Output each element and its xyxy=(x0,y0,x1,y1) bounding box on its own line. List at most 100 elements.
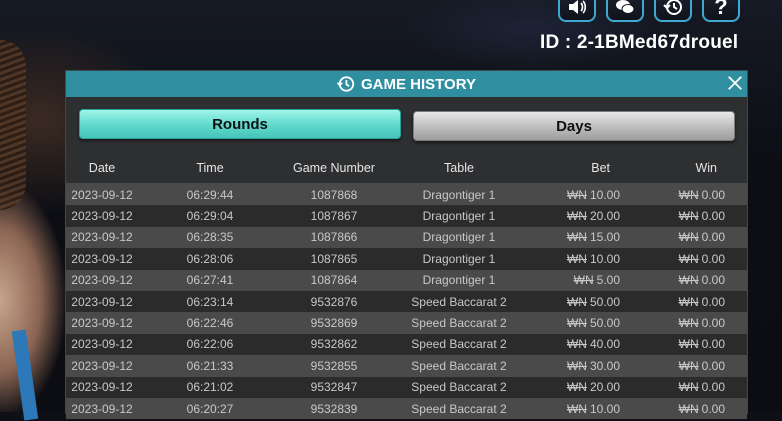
cell-table: Speed Baccarat 2 xyxy=(386,312,532,334)
cell-game-number: 9532839 xyxy=(282,397,386,420)
currency-symbol: ₩N xyxy=(678,337,699,352)
currency-symbol: ₩N xyxy=(566,251,587,266)
chat-button[interactable] xyxy=(606,0,644,22)
bet-amount: 10.00 xyxy=(589,187,620,202)
cell-table: Dragontiger 1 xyxy=(386,269,532,291)
cell-table: Dragontiger 1 xyxy=(386,183,532,206)
user-id-label: ID : 2-1BMed67drouel xyxy=(540,32,739,53)
tab-rounds[interactable]: Rounds xyxy=(79,109,401,139)
cell-game-number: 1087867 xyxy=(282,205,386,227)
cell-time: 06:20:27 xyxy=(138,397,282,420)
header-game-number: Game Number xyxy=(282,152,386,184)
cell-bet: ₩N 40.00 xyxy=(532,333,645,356)
cell-game-number: 9532862 xyxy=(282,333,386,356)
win-amount: 0.00 xyxy=(701,209,725,224)
close-icon[interactable] xyxy=(726,74,744,92)
cell-table: Dragontiger 1 xyxy=(386,248,532,270)
cell-bet: ₩N 10.00 xyxy=(532,183,645,206)
currency-symbol: ₩N xyxy=(678,380,699,395)
currency-symbol: ₩N xyxy=(566,316,587,331)
cell-win: ₩N 0.00 xyxy=(645,248,747,270)
cell-time: 06:27:41 xyxy=(138,269,282,291)
game-history-panel: GAME HISTORY Rounds Days Date Time Game … xyxy=(65,70,748,420)
bet-amount: 30.00 xyxy=(589,358,620,373)
currency-symbol: ₩N xyxy=(566,358,587,373)
cell-win: ₩N 0.00 xyxy=(645,183,747,206)
cell-win: ₩N 0.00 xyxy=(645,269,747,291)
table-row[interactable]: 2023-09-12 06:27:41 1087864 Dragontiger 1 ₩N… xyxy=(66,269,747,291)
history-button[interactable] xyxy=(654,0,692,22)
table-row[interactable]: 2023-09-12 06:20:27 9532839 Speed Baccarat … xyxy=(66,397,747,420)
currency-symbol: ₩N xyxy=(678,230,699,245)
cell-table: Speed Baccarat 2 xyxy=(386,397,532,420)
currency-symbol: ₩N xyxy=(678,316,699,331)
panel-header: GAME HISTORY xyxy=(66,71,747,97)
currency-symbol: ₩N xyxy=(566,337,587,352)
bet-amount: 10.00 xyxy=(589,401,620,416)
cell-date: 2023-09-12 xyxy=(66,355,138,377)
header-time: Time xyxy=(138,152,282,184)
currency-symbol: ₩N xyxy=(566,294,587,309)
currency-symbol: ₩N xyxy=(678,294,699,309)
cell-date: 2023-09-12 xyxy=(66,248,138,270)
cell-game-number: 9532869 xyxy=(282,312,386,334)
win-amount: 0.00 xyxy=(701,251,725,266)
currency-symbol: ₩N xyxy=(573,273,594,288)
bet-amount: 15.00 xyxy=(589,230,620,245)
cell-time: 06:21:33 xyxy=(138,355,282,377)
cell-win: ₩N 0.00 xyxy=(645,397,747,420)
chat-icon xyxy=(616,0,635,14)
cell-time: 06:21:02 xyxy=(138,376,282,398)
table-row[interactable]: 2023-09-12 06:22:06 9532862 Speed Baccarat … xyxy=(66,333,747,356)
table-row[interactable]: 2023-09-12 06:29:44 1087868 Dragontiger 1 ₩N… xyxy=(66,183,747,206)
win-amount: 0.00 xyxy=(701,230,725,245)
win-amount: 0.00 xyxy=(701,401,725,416)
cell-time: 06:22:46 xyxy=(138,312,282,334)
table-row[interactable]: 2023-09-12 06:21:02 9532847 Speed Baccarat … xyxy=(66,376,747,398)
history-table-container: Date Time Game Number Table Bet Win 2023… xyxy=(66,152,747,420)
cell-game-number: 9532855 xyxy=(282,355,386,377)
cell-bet: ₩N 10.00 xyxy=(532,248,645,270)
cell-date: 2023-09-12 xyxy=(66,205,138,227)
dealer-hair xyxy=(0,40,26,210)
bet-amount: 50.00 xyxy=(589,316,620,331)
history-tabs: Rounds Days xyxy=(79,109,735,141)
cell-time: 06:29:04 xyxy=(138,205,282,227)
table-row[interactable]: 2023-09-12 06:29:04 1087867 Dragontiger 1 ₩N… xyxy=(66,205,747,227)
tab-days[interactable]: Days xyxy=(413,111,735,141)
currency-symbol: ₩N xyxy=(678,401,699,416)
history-table: Date Time Game Number Table Bet Win 2023… xyxy=(66,152,747,420)
cell-bet: ₩N 15.00 xyxy=(532,226,645,249)
sound-button[interactable] xyxy=(558,0,596,22)
win-amount: 0.00 xyxy=(701,187,725,202)
table-row[interactable]: 2023-09-12 06:28:35 1087866 Dragontiger 1 ₩N… xyxy=(66,226,747,249)
currency-symbol: ₩N xyxy=(678,251,699,266)
cell-win: ₩N 0.00 xyxy=(645,376,747,398)
cell-date: 2023-09-12 xyxy=(66,183,138,206)
cell-game-number: 1087865 xyxy=(282,248,386,270)
cell-win: ₩N 0.00 xyxy=(645,290,747,313)
table-row[interactable]: 2023-09-12 06:21:33 9532855 Speed Baccarat … xyxy=(66,355,747,377)
cell-table: Speed Baccarat 2 xyxy=(386,355,532,377)
help-button[interactable]: ? xyxy=(702,0,740,22)
cell-win: ₩N 0.00 xyxy=(645,312,747,334)
currency-symbol: ₩N xyxy=(566,401,587,416)
table-row[interactable]: 2023-09-12 06:22:46 9532869 Speed Baccarat … xyxy=(66,312,747,334)
dealer-strap xyxy=(11,329,39,421)
cell-time: 06:29:44 xyxy=(138,183,282,206)
cell-table: Speed Baccarat 2 xyxy=(386,376,532,398)
header-bet: Bet xyxy=(532,152,645,184)
history-icon xyxy=(663,0,682,15)
cell-date: 2023-09-12 xyxy=(66,290,138,313)
cell-date: 2023-09-12 xyxy=(66,269,138,291)
win-amount: 0.00 xyxy=(701,358,725,373)
cell-win: ₩N 0.00 xyxy=(645,205,747,227)
top-toolbar: ? xyxy=(558,0,740,22)
table-row[interactable]: 2023-09-12 06:28:06 1087865 Dragontiger 1 ₩N… xyxy=(66,248,747,270)
help-icon: ? xyxy=(714,0,728,19)
cell-win: ₩N 0.00 xyxy=(645,333,747,356)
table-row[interactable]: 2023-09-12 06:23:14 9532876 Speed Baccarat … xyxy=(66,290,747,313)
bet-amount: 50.00 xyxy=(589,294,620,309)
cell-time: 06:28:06 xyxy=(138,248,282,270)
cell-bet: ₩N 5.00 xyxy=(532,269,645,291)
